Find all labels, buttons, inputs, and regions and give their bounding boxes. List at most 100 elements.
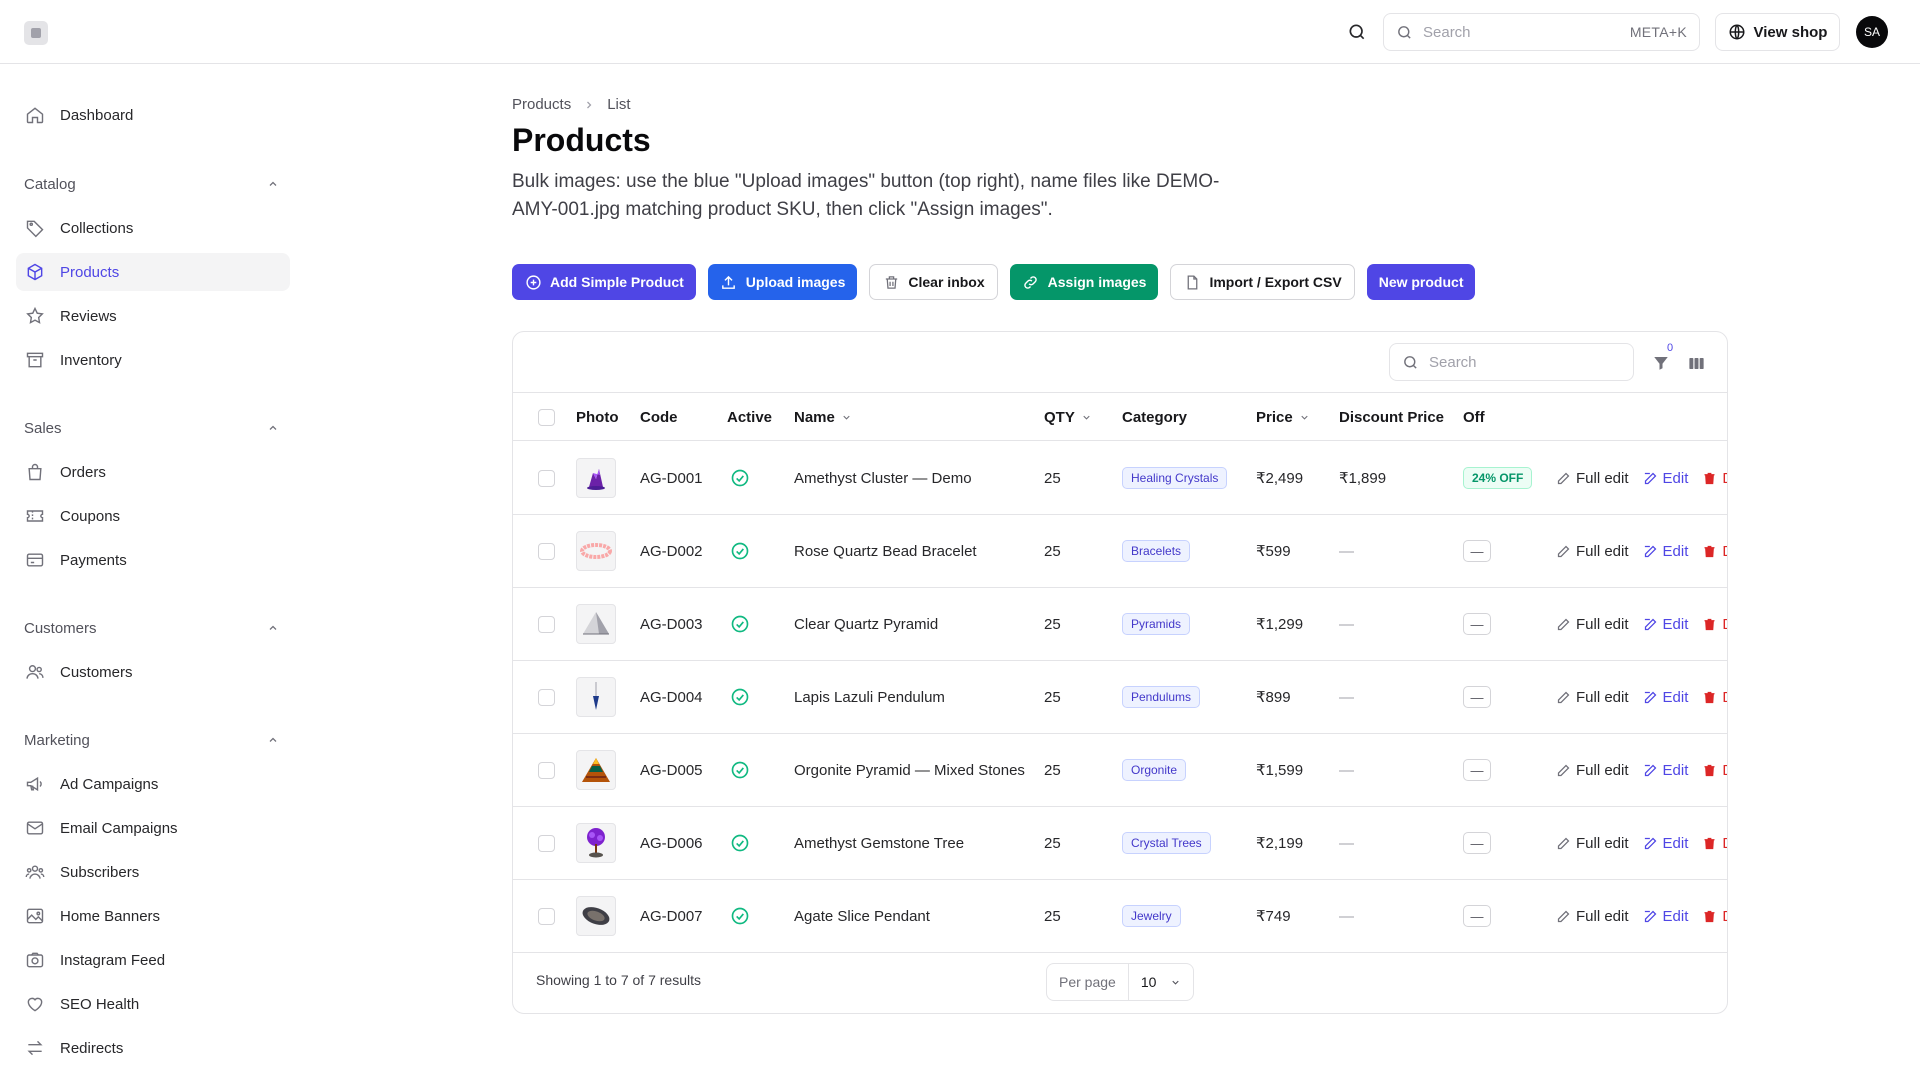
product-thumbnail[interactable] <box>576 677 616 717</box>
filter-button[interactable] <box>1650 352 1672 374</box>
table-row[interactable]: AG-D004 Lapis Lazuli Pendulum 25 Pendulums ₹… <box>513 661 1727 734</box>
full-edit-button[interactable]: Full edit <box>1556 543 1629 560</box>
column-header-qty[interactable]: QTY <box>1044 393 1092 441</box>
column-toggle-button[interactable] <box>1685 352 1707 374</box>
sidebar-item-subscribers[interactable]: Subscribers <box>16 853 290 891</box>
column-header-name[interactable]: Name <box>794 393 852 441</box>
edit-button[interactable]: Edit <box>1643 762 1688 779</box>
chevron-up-icon[interactable] <box>266 733 280 747</box>
table-row[interactable]: AG-D001 Amethyst Cluster — Demo 25 Healing … <box>513 442 1727 515</box>
active-status[interactable] <box>730 515 750 587</box>
sidebar-item-email-campaigns[interactable]: Email Campaigns <box>16 809 290 847</box>
sidebar-group-customers[interactable]: Customers <box>24 616 280 640</box>
active-status[interactable] <box>730 442 750 514</box>
sidebar-item-coupons[interactable]: Coupons <box>16 497 290 535</box>
active-status[interactable] <box>730 880 750 952</box>
app-logo[interactable] <box>24 21 48 45</box>
product-thumbnail[interactable] <box>576 896 616 936</box>
user-avatar[interactable]: SA <box>1856 16 1888 48</box>
new-product-button[interactable]: New product <box>1366 264 1476 300</box>
delete-button[interactable]: D <box>1702 470 1727 487</box>
product-thumbnail[interactable] <box>576 531 616 571</box>
edit-button[interactable]: Edit <box>1643 908 1688 925</box>
full-edit-button[interactable]: Full edit <box>1556 470 1629 487</box>
active-status[interactable] <box>730 588 750 660</box>
sidebar-item-ad-campaigns[interactable]: Ad Campaigns <box>16 765 290 803</box>
product-thumbnail[interactable] <box>576 458 616 498</box>
delete-button[interactable]: D <box>1702 616 1727 633</box>
chevron-up-icon[interactable] <box>266 621 280 635</box>
sidebar-group-marketing[interactable]: Marketing <box>24 728 280 752</box>
full-edit-button[interactable]: Full edit <box>1556 689 1629 706</box>
sidebar-group-sales[interactable]: Sales <box>24 416 280 440</box>
column-header-price[interactable]: Price <box>1256 393 1310 441</box>
sidebar-item-home-banners[interactable]: Home Banners <box>16 897 290 935</box>
row-checkbox[interactable] <box>538 907 555 925</box>
product-thumbnail[interactable] <box>576 750 616 790</box>
global-search-input[interactable]: Search META+K <box>1383 13 1700 51</box>
full-edit-button[interactable]: Full edit <box>1556 908 1629 925</box>
clear-inbox-button[interactable]: Clear inbox <box>869 264 998 300</box>
sidebar-item-customers[interactable]: Customers <box>16 653 290 691</box>
full-edit-button[interactable]: Full edit <box>1556 762 1629 779</box>
sidebar-item-collections[interactable]: Collections <box>16 209 290 247</box>
sidebar-item-inventory[interactable]: Inventory <box>16 341 290 379</box>
action-bar: Add Simple Product Upload images Clear i… <box>512 264 1476 300</box>
full-edit-button[interactable]: Full edit <box>1556 616 1629 633</box>
product-thumbnail[interactable] <box>576 604 616 644</box>
sidebar-item-seo-health[interactable]: SEO Health <box>16 985 290 1023</box>
row-checkbox[interactable] <box>538 542 555 560</box>
product-thumbnail[interactable] <box>576 823 616 863</box>
table-row[interactable]: AG-D003 Clear Quartz Pyramid 25 Pyramids ₹1,… <box>513 588 1727 661</box>
edit-button[interactable]: Edit <box>1643 689 1688 706</box>
breadcrumb-products-link[interactable]: Products <box>512 96 571 113</box>
sidebar-item-redirects[interactable]: Redirects <box>16 1029 290 1067</box>
search-icon-button[interactable] <box>1345 20 1369 44</box>
table-row[interactable]: AG-D005 Orgonite Pyramid — Mixed Stones 25… <box>513 734 1727 807</box>
import-export-csv-button[interactable]: Import / Export CSV <box>1170 264 1355 300</box>
table-search-input[interactable]: Search <box>1389 343 1634 381</box>
sidebar-item-products[interactable]: Products <box>16 253 290 291</box>
delete-button[interactable]: D <box>1702 689 1727 706</box>
row-actions: Full edit Edit D <box>1556 442 1727 514</box>
chevron-up-icon[interactable] <box>266 421 280 435</box>
add-simple-product-button[interactable]: Add Simple Product <box>512 264 696 300</box>
row-checkbox[interactable] <box>538 834 555 852</box>
active-status[interactable] <box>730 734 750 806</box>
full-edit-button[interactable]: Full edit <box>1556 835 1629 852</box>
select-all-cell <box>538 393 555 441</box>
product-name: Amethyst Gemstone Tree <box>794 834 965 852</box>
edit-button[interactable]: Edit <box>1643 616 1688 633</box>
edit-button[interactable]: Edit <box>1643 543 1688 560</box>
sidebar-item-dashboard[interactable]: Dashboard <box>16 96 290 134</box>
delete-button[interactable]: D <box>1702 908 1727 925</box>
sidebar-item-instagram-feed[interactable]: Instagram Feed <box>16 941 290 979</box>
sidebar-item-orders[interactable]: Orders <box>16 453 290 491</box>
table-row[interactable]: AG-D002 Rose Quartz Bead Bracelet 25 Bracel… <box>513 515 1727 588</box>
table-row[interactable]: AG-D006 Amethyst Gemstone Tree 25 Crystal T… <box>513 807 1727 880</box>
sidebar-item-reviews[interactable]: Reviews <box>16 297 290 335</box>
assign-images-button[interactable]: Assign images <box>1009 264 1159 300</box>
delete-button[interactable]: D <box>1702 762 1727 779</box>
sidebar-item-payments[interactable]: Payments <box>16 541 290 579</box>
chevron-up-icon[interactable] <box>266 177 280 191</box>
upload-images-button[interactable]: Upload images <box>707 264 858 300</box>
edit-button[interactable]: Edit <box>1643 835 1688 852</box>
per-page-select[interactable]: Per page 10 <box>1046 963 1194 1001</box>
chevron-down-icon <box>1083 415 1090 420</box>
select-all-checkbox[interactable] <box>538 408 555 426</box>
sidebar-group-catalog[interactable]: Catalog <box>24 172 280 196</box>
view-shop-button[interactable]: View shop <box>1715 13 1840 51</box>
row-checkbox[interactable] <box>538 761 555 779</box>
edit-button[interactable]: Edit <box>1643 470 1688 487</box>
row-checkbox[interactable] <box>538 688 555 706</box>
active-status[interactable] <box>730 807 750 879</box>
row-checkbox[interactable] <box>538 469 555 487</box>
photo-cell <box>576 880 616 952</box>
table-row[interactable]: AG-D007 Agate Slice Pendant 25 Jewelry ₹749 —… <box>513 880 1727 953</box>
row-checkbox[interactable] <box>538 615 555 633</box>
delete-button[interactable]: D <box>1702 543 1727 560</box>
active-status[interactable] <box>730 661 750 733</box>
per-page-dropdown[interactable]: 10 <box>1129 974 1193 990</box>
delete-button[interactable]: D <box>1702 835 1727 852</box>
